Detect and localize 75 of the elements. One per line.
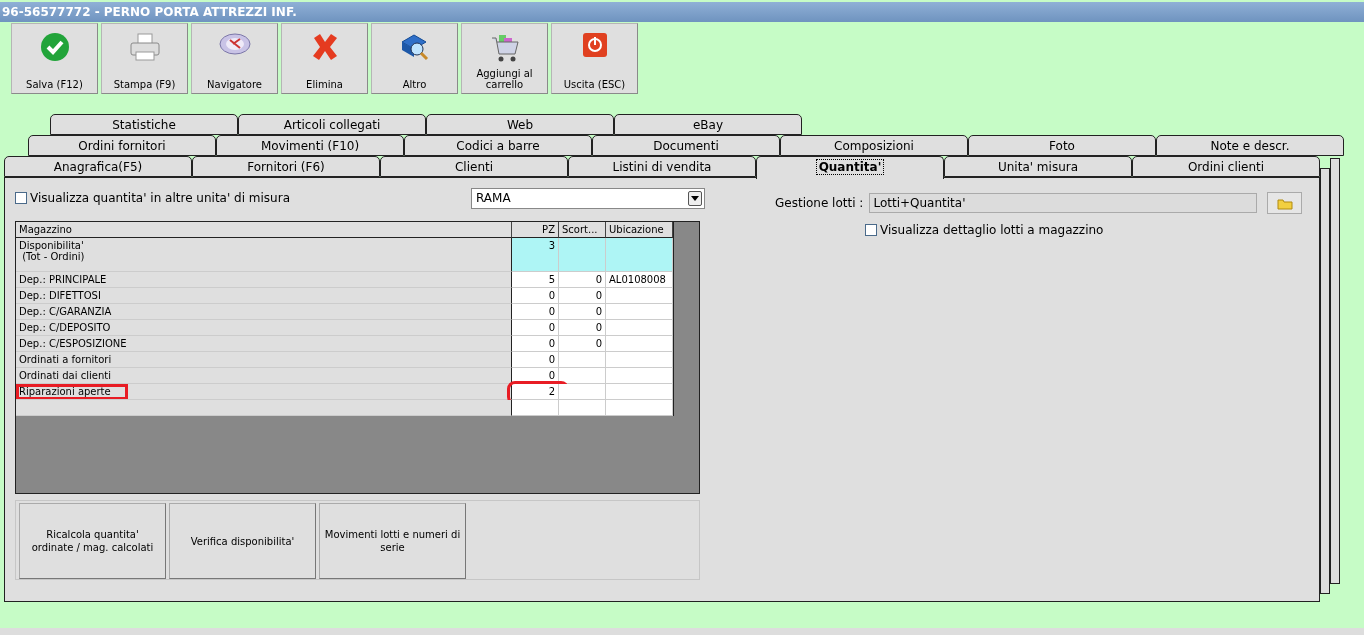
- column-header[interactable]: Scort...: [559, 222, 606, 238]
- window-title: 96-56577772 - PERNO PORTA ATTREZZI INF.: [0, 2, 1364, 22]
- tab[interactable]: Documenti: [592, 135, 780, 156]
- table-cell: Dep.: DIFETTOSI: [16, 288, 512, 304]
- tab[interactable]: Articoli collegati: [238, 114, 426, 135]
- checkbox-box[interactable]: [15, 192, 27, 204]
- tab[interactable]: Codici a barre: [404, 135, 592, 156]
- table-cell: [512, 400, 559, 416]
- table-cell: Riparazioni aperte: [16, 384, 512, 400]
- tab[interactable]: Ordini clienti: [1132, 156, 1320, 177]
- table-cell: [559, 238, 606, 272]
- table-cell: 0: [512, 288, 559, 304]
- tab[interactable]: Movimenti (F10): [216, 135, 404, 156]
- toolbar-button[interactable]: Elimina: [281, 23, 368, 94]
- tab[interactable]: Clienti: [380, 156, 568, 177]
- table-cell: 0: [512, 320, 559, 336]
- compass-icon: [218, 32, 251, 56]
- column-header[interactable]: Ubicazione: [606, 222, 673, 238]
- tab[interactable]: Web: [426, 114, 614, 135]
- printer-icon: [128, 32, 161, 62]
- table-cell: Dep.: PRINCIPALE: [16, 272, 512, 288]
- tab[interactable]: Foto: [968, 135, 1156, 156]
- toolbar-button[interactable]: Salva (F12): [11, 23, 98, 94]
- table-cell: [606, 238, 673, 272]
- tab[interactable]: Ordini fornitori: [28, 135, 216, 156]
- table-cell: Dep.: C/ESPOSIZIONE: [16, 336, 512, 352]
- action-button[interactable]: Ricalcola quantita' ordinate / mag. calcolati: [19, 503, 166, 579]
- lots-label: Gestione lotti :: [775, 196, 864, 210]
- tab[interactable]: Statistiche: [50, 114, 238, 135]
- unit-dropdown[interactable]: RAMA: [471, 187, 705, 209]
- table-cell: [559, 400, 606, 416]
- table-cell: 0: [559, 288, 606, 304]
- table-cell: 0: [559, 320, 606, 336]
- power-icon: [581, 32, 608, 58]
- table-cell: 0: [512, 304, 559, 320]
- column-header[interactable]: PZ: [512, 222, 559, 238]
- table-cell: Dep.: C/GARANZIA: [16, 304, 512, 320]
- folder-icon: [1276, 196, 1293, 210]
- checkbox-box[interactable]: [865, 224, 877, 236]
- tab[interactable]: Note e descr.: [1156, 135, 1344, 156]
- checkbox-label: Visualizza dettaglio lotti a magazzino: [880, 223, 1104, 237]
- table-cell: 5: [512, 272, 559, 288]
- toolbar-button[interactable]: Altro: [371, 23, 458, 94]
- table-cell: 0: [512, 352, 559, 368]
- table-cell: 0: [559, 336, 606, 352]
- table-cell: Ordinati a fornitori: [16, 352, 512, 368]
- table-cell: 0: [559, 304, 606, 320]
- checkmark-icon: [39, 32, 70, 62]
- lots-field[interactable]: Lotti+Quantita': [869, 193, 1258, 213]
- table-cell: [559, 384, 606, 400]
- table-cell: 3: [512, 238, 559, 272]
- table-cell: [559, 352, 606, 368]
- tab[interactable]: Listini di vendita: [568, 156, 756, 177]
- tab[interactable]: Anagrafica(F5): [4, 156, 192, 177]
- toolbar-button[interactable]: Uscita (ESC): [551, 23, 638, 94]
- table-cell: 0: [512, 336, 559, 352]
- table-cell: Dep.: C/DEPOSITO: [16, 320, 512, 336]
- tab[interactable]: Fornitori (F6): [192, 156, 380, 177]
- action-button[interactable]: Verifica disponibilita': [169, 503, 316, 579]
- tab[interactable]: eBay: [614, 114, 802, 135]
- tab[interactable]: Quantita': [756, 156, 944, 179]
- toolbar-button[interactable]: Navigatore: [191, 23, 278, 94]
- column-header[interactable]: Magazzino: [16, 222, 512, 238]
- table-cell: 0: [559, 272, 606, 288]
- table-cell: Disponibilita' (Tot - Ordini): [16, 238, 512, 272]
- cart-icon: [489, 32, 520, 64]
- action-button[interactable]: Movimenti lotti e numeri di serie: [319, 503, 466, 579]
- dropdown-arrow-icon: [691, 195, 699, 201]
- table-cell: AL0108008: [606, 272, 673, 288]
- tab[interactable]: Unita' misura: [944, 156, 1132, 177]
- toolbar-button[interactable]: Stampa (F9): [101, 23, 188, 94]
- table-cell: Ordinati dai clienti: [16, 368, 512, 384]
- checkbox[interactable]: Visualizza dettaglio lotti a magazzino: [865, 223, 1303, 237]
- tab[interactable]: Composizioni: [780, 135, 968, 156]
- toolbar-button[interactable]: Aggiungi al carrello: [461, 23, 548, 94]
